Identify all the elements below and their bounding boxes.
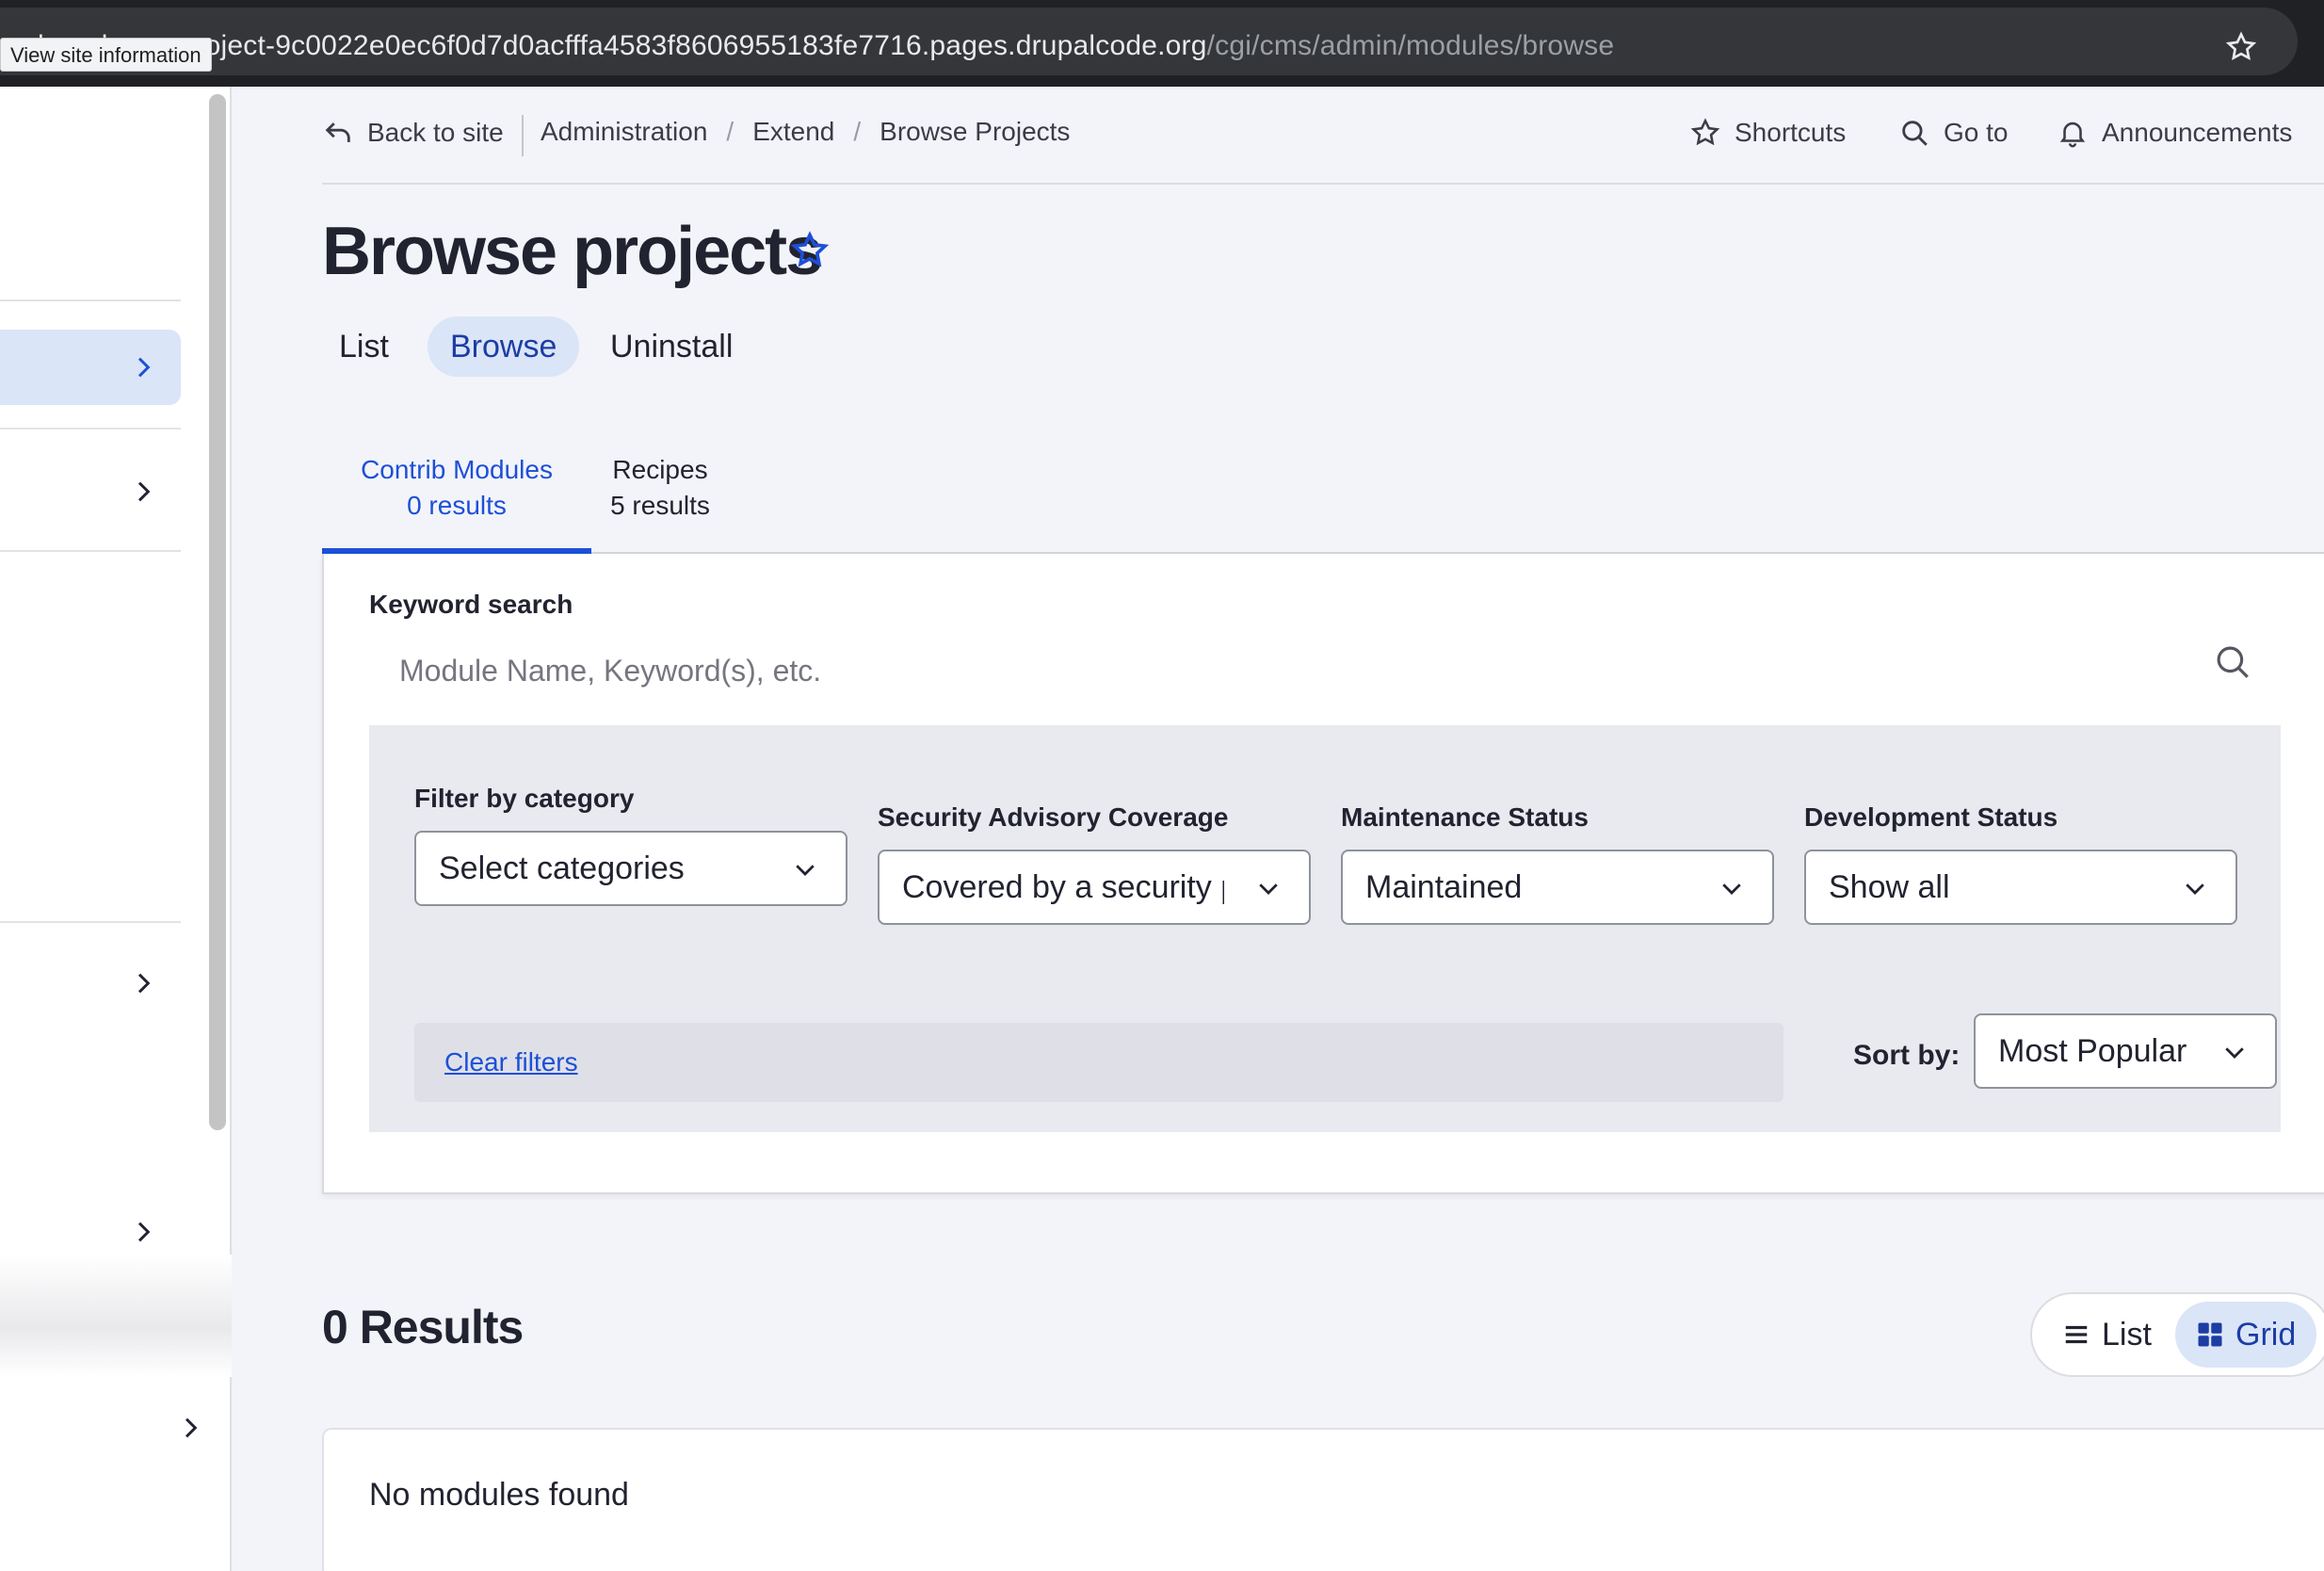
grid-view-button[interactable]: Grid xyxy=(2175,1302,2317,1368)
chevron-right-icon xyxy=(137,973,151,994)
list-icon xyxy=(2065,1325,2088,1344)
top-bar: Back to site Administration / Extend / B… xyxy=(322,87,2324,185)
chevron-right-icon xyxy=(137,1222,151,1242)
category-select[interactable]: Select categories xyxy=(414,831,847,906)
grid-view-label: Grid xyxy=(2235,1317,2297,1352)
filters-area: Filter by category Select categories Sec… xyxy=(369,725,2281,1132)
development-select[interactable]: Show all xyxy=(1804,850,2237,925)
shortcuts-button[interactable]: Shortcuts xyxy=(1689,117,1846,149)
sidebar-divider xyxy=(0,550,181,552)
maintenance-filter-label: Maintenance Status xyxy=(1341,802,1589,832)
grid-icon xyxy=(2198,1322,2222,1347)
main-content: Back to site Administration / Extend / B… xyxy=(322,87,2324,1571)
sidebar-item[interactable] xyxy=(0,454,181,529)
goto-label: Go to xyxy=(1944,118,2009,147)
chevron-down-icon xyxy=(796,865,815,876)
results-count-heading: 0 Results xyxy=(322,1301,524,1353)
sidebar-item-extend[interactable] xyxy=(0,330,181,405)
back-to-site-link[interactable]: Back to site xyxy=(322,117,504,149)
tab-browse[interactable]: Browse xyxy=(428,316,580,377)
tab-list[interactable]: List xyxy=(316,316,412,377)
topbar-divider xyxy=(522,115,524,156)
tab-contrib-modules-count: 0 results xyxy=(407,491,507,520)
breadcrumb-extend[interactable]: Extend xyxy=(752,117,834,147)
add-shortcut-star-icon[interactable] xyxy=(789,230,831,271)
view-toggle: List Grid xyxy=(2030,1292,2324,1377)
chevron-down-icon xyxy=(1259,883,1278,895)
sidebar-scrollbar[interactable] xyxy=(209,94,226,1130)
browser-toolbar: drupal-cms-project-9c0022e0ec6f0d7d0acff… xyxy=(0,0,2324,87)
development-filter-label: Development Status xyxy=(1804,802,2058,832)
url-text[interactable]: drupal-cms-project-9c0022e0ec6f0d7d0acff… xyxy=(28,30,1614,62)
search-icon xyxy=(1902,121,1928,146)
shortcuts-label: Shortcuts xyxy=(1735,118,1847,147)
back-arrow-icon xyxy=(325,122,350,142)
clear-filters-link[interactable]: Clear filters xyxy=(444,1047,578,1077)
sidebar-item[interactable] xyxy=(0,946,181,1021)
tab-contrib-modules-name: Contrib Modules xyxy=(361,455,553,484)
bell-icon xyxy=(2059,121,2086,148)
breadcrumb: Administration / Extend / Browse Project… xyxy=(541,117,1070,147)
security-select-value: Covered by a security policy xyxy=(902,869,1224,905)
announcements-label: Announcements xyxy=(2102,118,2293,147)
star-icon xyxy=(1690,118,1720,146)
back-to-site-label: Back to site xyxy=(367,118,504,147)
bookmark-star-icon[interactable] xyxy=(2224,30,2258,64)
chevron-down-icon xyxy=(1722,883,1741,895)
search-icon[interactable] xyxy=(2213,642,2252,682)
breadcrumb-administration[interactable]: Administration xyxy=(541,117,707,147)
sort-select[interactable]: Most Popular xyxy=(1974,1013,2277,1089)
sidebar-divider xyxy=(0,921,181,923)
maintenance-select[interactable]: Maintained xyxy=(1341,850,1774,925)
chevron-right-icon xyxy=(137,481,151,502)
category-filter-label: Filter by category xyxy=(414,784,635,813)
list-view-button[interactable]: List xyxy=(2042,1302,2172,1368)
sidebar-item[interactable] xyxy=(0,1390,232,1466)
admin-sidebar xyxy=(0,87,232,1571)
sort-by-label: Sort by: xyxy=(1853,1040,1961,1071)
list-view-label: List xyxy=(2102,1317,2152,1352)
announcements-button[interactable]: Announcements xyxy=(2057,117,2292,149)
security-select[interactable]: Covered by a security policy xyxy=(878,850,1311,925)
tab-uninstall[interactable]: Uninstall xyxy=(588,316,755,377)
keyword-search-input[interactable] xyxy=(369,635,2309,706)
tab-recipes-count: 5 results xyxy=(610,491,710,520)
source-tabs: Contrib Modules 0 results Recipes 5 resu… xyxy=(322,445,2324,554)
tab-recipes[interactable]: Recipes 5 results xyxy=(605,445,716,554)
development-select-value: Show all xyxy=(1829,869,1950,905)
page-title: Browse projects xyxy=(322,214,823,289)
address-bar[interactable]: drupal-cms-project-9c0022e0ec6f0d7d0acff… xyxy=(0,8,2298,75)
breadcrumb-separator: / xyxy=(726,117,734,146)
tab-contrib-modules[interactable]: Contrib Modules 0 results xyxy=(322,445,591,554)
search-panel: Keyword search Filter by category Select… xyxy=(322,554,2324,1194)
category-select-value: Select categories xyxy=(439,850,685,886)
maintenance-select-value: Maintained xyxy=(1365,869,1523,905)
tab-recipes-name: Recipes xyxy=(612,455,708,484)
breadcrumb-browse-projects: Browse Projects xyxy=(880,117,1071,146)
no-modules-message: No modules found xyxy=(369,1477,629,1513)
sidebar-divider xyxy=(0,428,181,429)
clear-filters-bar: Clear filters xyxy=(414,1023,1783,1102)
keyword-search-label: Keyword search xyxy=(369,590,573,619)
chevron-down-icon xyxy=(2225,1047,2244,1059)
breadcrumb-separator: / xyxy=(853,117,862,146)
chevron-right-icon xyxy=(137,357,151,378)
chevron-right-icon xyxy=(185,1417,198,1438)
sort-select-value: Most Popular xyxy=(1998,1033,2187,1069)
site-info-tooltip: View site information xyxy=(0,38,212,72)
sidebar-fade xyxy=(0,1255,232,1377)
security-filter-label: Security Advisory Coverage xyxy=(878,802,1229,832)
url-path: /cgi/cms/admin/modules/browse xyxy=(1206,30,1615,61)
empty-results-card: No modules found xyxy=(322,1428,2324,1571)
sidebar-divider xyxy=(0,300,181,301)
goto-button[interactable]: Go to xyxy=(1898,117,2008,149)
chevron-down-icon xyxy=(2186,883,2204,895)
